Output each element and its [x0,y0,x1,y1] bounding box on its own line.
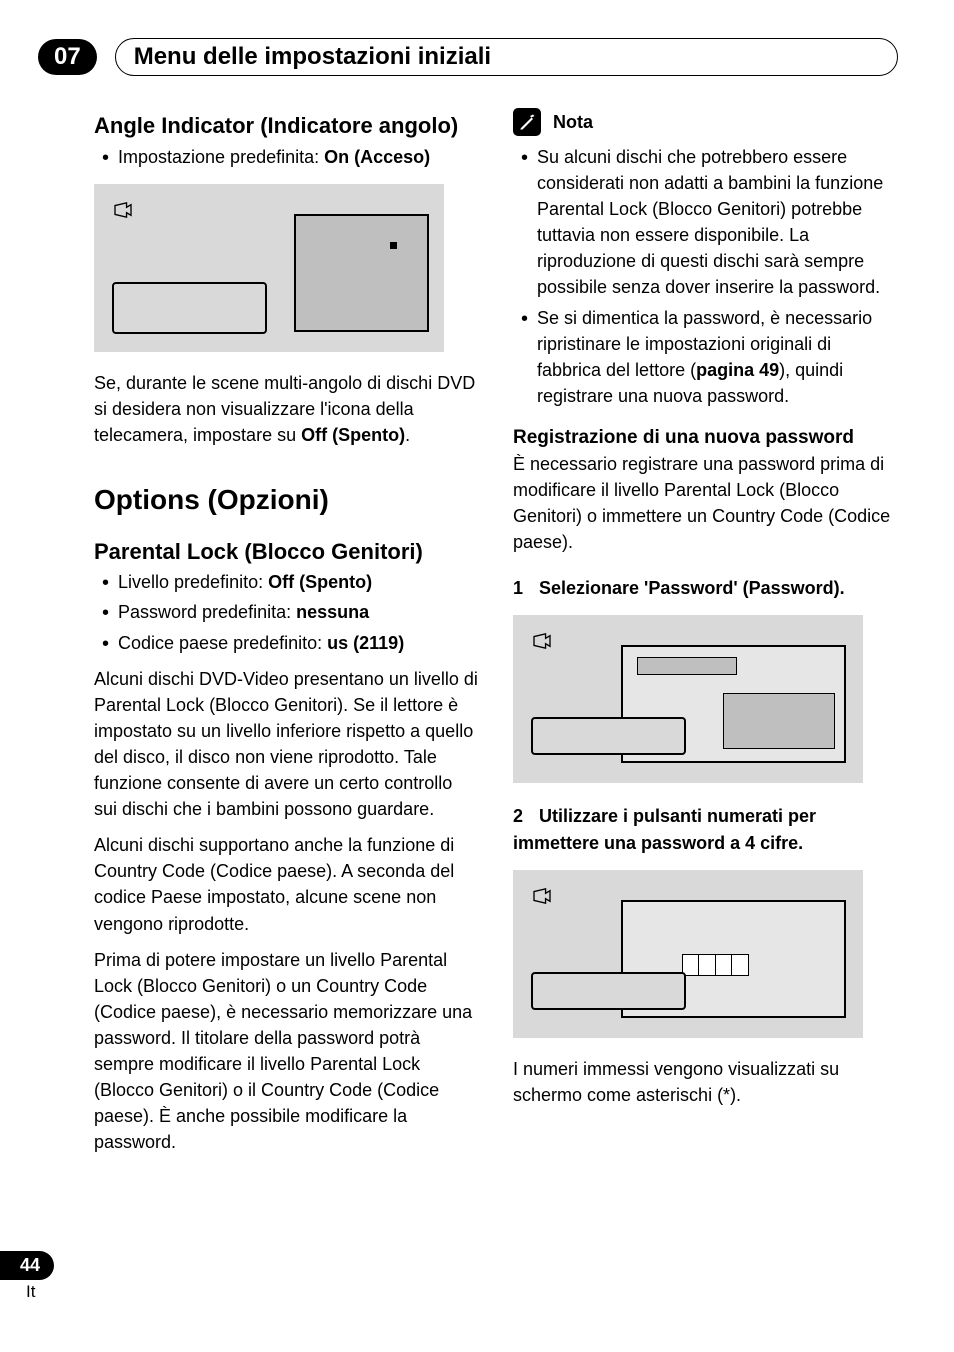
page-footer: 44 It [0,1251,54,1302]
bullet-bold: nessuna [296,602,369,622]
list-item: Se si dimentica la password, è necessari… [537,305,898,409]
page-number-badge: 44 [0,1251,54,1280]
bullet-text: Codice paese predefinito: [118,633,327,653]
digit-box [731,954,749,976]
chapter-title: Menu delle impostazioni iniziali [134,43,879,71]
paragraph-parental-2: Alcuni dischi supportano anche la funzio… [94,832,479,936]
paragraph-parental-3: Prima di potere impostare un livello Par… [94,947,479,1156]
bullet-text: Impostazione predefinita: [118,147,324,167]
list-item: Su alcuni dischi che potrebbero essere c… [537,144,898,301]
field-box [637,657,737,675]
chapter-header: 07 Menu delle impostazioni iniziali [38,38,898,76]
note-header: Nota [513,108,898,136]
content-columns: Angle Indicator (Indicatore angolo) Impo… [56,108,898,1165]
bullet-bold: On (Acceso) [324,147,430,167]
heading-options: Options (Opzioni) [94,484,479,516]
password-digit-boxes [683,954,749,976]
note-bullet-list: Su alcuni dischi che potrebbero essere c… [513,144,898,409]
screenshot-window [294,214,429,332]
camera-icon [531,633,553,654]
digit-box [715,954,733,976]
note-label: Nota [553,112,593,133]
bullet-bold: us (2119) [327,633,404,653]
text: Se, durante le scene multi-angolo di dis… [94,373,475,445]
bullet-text: Livello predefinito: [118,572,268,592]
disc-panel [531,972,686,1010]
list-item: Password predefinita: nessuna [118,599,479,625]
note-icon [513,108,541,136]
angle-bullet-list: Impostazione predefinita: On (Acceso) [94,144,479,170]
digit-box [698,954,716,976]
disc-panel [531,717,686,755]
left-column: Angle Indicator (Indicatore angolo) Impo… [94,108,479,1165]
step-number: 1 [513,575,539,601]
bullet-bold: Off (Spento) [268,572,372,592]
camera-icon [112,202,134,223]
paragraph-angle-desc: Se, durante le scene multi-angolo di dis… [94,370,479,448]
screenshot-password-select [513,615,863,783]
list-item: Impostazione predefinita: On (Acceso) [118,144,479,170]
list-item: Livello predefinito: Off (Spento) [118,569,479,595]
screenshot-password-enter [513,870,863,1038]
screenshot-angle [94,184,444,352]
chapter-title-container: Menu delle impostazioni iniziali [115,38,898,76]
screenshot-panel [112,282,267,334]
step-1: 1Selezionare 'Password' (Password). [513,575,898,601]
chapter-number-badge: 07 [38,39,97,75]
bullet-text: Password predefinita: [118,602,296,622]
camera-icon [531,888,553,909]
language-code: It [26,1282,54,1302]
heading-angle-indicator: Angle Indicator (Indicatore angolo) [94,112,479,140]
list-item: Codice paese predefinito: us (2119) [118,630,479,656]
step-text: Utilizzare i pulsanti numerati per immet… [513,806,816,852]
text-bold: Off (Spento) [301,425,405,445]
step-number: 2 [513,803,539,829]
right-column: Nota Su alcuni dischi che potrebbero ess… [513,108,898,1165]
dot-icon [390,242,397,249]
step-2: 2Utilizzare i pulsanti numerati per imme… [513,803,898,855]
text: . [405,425,410,445]
heading-parental-lock: Parental Lock (Blocco Genitori) [94,538,479,566]
sub-box [723,693,835,749]
heading-register-password: Registrazione di una nuova password [513,427,898,449]
paragraph-parental-1: Alcuni dischi DVD-Video presentano un li… [94,666,479,823]
paragraph-asterisks: I numeri immessi vengono visualizzati su… [513,1056,898,1108]
paragraph-register: È necessario registrare una password pri… [513,451,898,555]
text-bold: pagina 49 [696,360,779,380]
parental-bullet-list: Livello predefinito: Off (Spento) Passwo… [94,569,479,655]
step-text: Selezionare 'Password' (Password). [539,578,845,598]
